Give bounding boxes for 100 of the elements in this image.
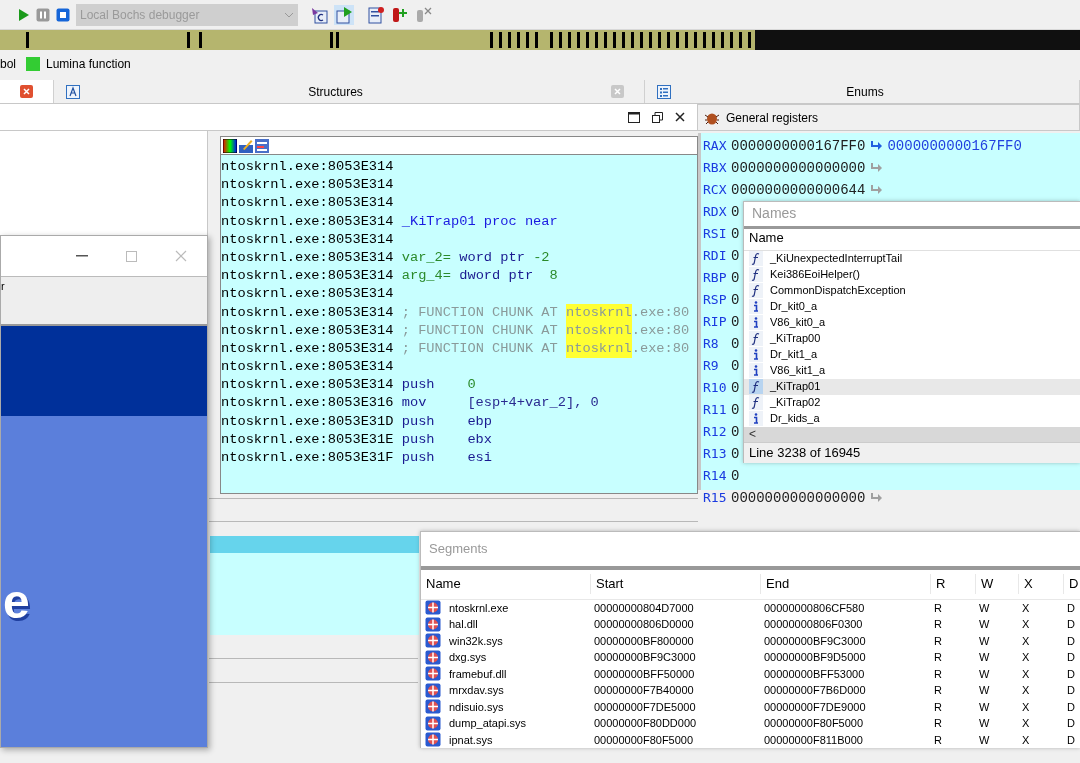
maximize-icon[interactable]	[628, 111, 640, 123]
column-header[interactable]: Name	[744, 228, 1080, 251]
pause-icon[interactable]	[36, 7, 50, 22]
table-cell-text: D	[1066, 617, 1076, 632]
register-value[interactable]: 0	[731, 311, 740, 333]
scroll-left-button[interactable]: <	[749, 427, 756, 442]
module-icon	[425, 649, 441, 665]
register-value[interactable]: 0	[731, 267, 740, 289]
pencil-icon[interactable]	[239, 138, 253, 153]
register-value[interactable]: 0	[731, 399, 740, 421]
tab-label: Enums	[845, 83, 885, 101]
address: ntoskrnl.exe:8053E316	[221, 394, 394, 413]
table-cell-text: D	[1066, 650, 1076, 665]
plus-icon[interactable]	[390, 5, 408, 24]
table-cell-text: 00000000F7DE9000	[763, 699, 867, 715]
register-value[interactable]: 0	[731, 377, 740, 399]
register-value[interactable]: 0	[731, 465, 740, 487]
legend-label: bol	[0, 56, 16, 73]
menu-item[interactable]: r	[1, 277, 5, 293]
tab-label: Structures	[307, 83, 364, 101]
column-header[interactable]: Start	[591, 574, 761, 594]
item-name: Dr_kit1_a	[770, 347, 818, 363]
variable-offset: 8	[548, 267, 558, 286]
stop-icon[interactable]	[56, 7, 70, 22]
register-value[interactable]: 0	[731, 443, 740, 465]
tab[interactable]	[0, 80, 54, 103]
register-value[interactable]: 0000000000167FF0	[731, 135, 866, 157]
column-header[interactable]: W	[976, 574, 1019, 594]
arrow-icon[interactable]	[869, 162, 884, 174]
table-cell-text: W	[978, 617, 991, 632]
graph-view-icon[interactable]	[255, 138, 269, 153]
register-name: RCX	[703, 181, 728, 199]
mnemonic: push	[401, 430, 436, 449]
register-value[interactable]: 0000000000000000	[731, 487, 866, 509]
register-value[interactable]: 0	[731, 421, 740, 443]
item-name: _KiTrap02	[770, 395, 821, 411]
column-header[interactable]: R	[931, 574, 976, 594]
table-cell-text: R	[933, 683, 943, 698]
register-value[interactable]: 0	[731, 223, 740, 245]
run-icon[interactable]	[334, 4, 354, 25]
register-value[interactable]: 0	[731, 355, 740, 377]
register-name: R15	[703, 489, 728, 507]
register-value[interactable]: 0	[731, 289, 740, 311]
minimize-icon[interactable]	[76, 255, 88, 257]
table-cell-text: ndisuio.sys	[449, 699, 504, 715]
column-header[interactable]: End	[761, 574, 931, 594]
table-cell-text: X	[1021, 650, 1031, 665]
operand: ebx	[467, 430, 493, 449]
table-cell-text: R	[933, 716, 943, 731]
register-name: R8	[703, 335, 720, 353]
address: ntoskrnl.exe:8053E314	[221, 212, 394, 231]
register-name: RSI	[703, 225, 728, 243]
table-cell-text: W	[978, 683, 991, 698]
function-icon	[749, 283, 763, 299]
column-header[interactable]: X	[1019, 574, 1064, 594]
delete-icon[interactable]	[414, 5, 432, 24]
item-name: Dr_kids_a	[770, 411, 820, 427]
attach-icon[interactable]	[310, 5, 328, 24]
register-name: R13	[703, 445, 728, 463]
table-cell-text: W	[978, 666, 991, 682]
play-icon[interactable]	[18, 7, 30, 22]
comment-text: ; FUNCTION CHUNK AT	[401, 321, 558, 340]
table-cell-text: 00000000BFF50000	[593, 666, 696, 682]
register-name: RDX	[703, 203, 728, 221]
table-cell-text: 00000000806CF580	[763, 600, 866, 616]
register-target[interactable]: 0000000000167FF0	[887, 135, 1022, 157]
table-cell-text: R	[933, 650, 943, 665]
register-value[interactable]: 0	[731, 333, 740, 355]
address: ntoskrnl.exe:8053E314	[221, 303, 394, 322]
register-value[interactable]: 0	[731, 201, 740, 223]
table-cell-text: win32k.sys	[449, 633, 503, 649]
column-header[interactable]: D	[1064, 574, 1080, 594]
register-name: RAX	[703, 137, 728, 155]
close-icon[interactable]	[675, 112, 685, 122]
table-cell-text: 00000000BF9D5000	[763, 650, 867, 665]
register-value[interactable]: 0000000000000000	[731, 157, 866, 179]
table-cell-text: D	[1066, 666, 1076, 682]
arrow-icon[interactable]	[869, 140, 884, 152]
navigation-band-drawing[interactable]	[0, 30, 1080, 50]
table-cell-text: D	[1066, 716, 1076, 731]
item-name: Dr_kit0_a	[770, 299, 818, 315]
info-icon	[749, 315, 763, 331]
address: ntoskrnl.exe:8053E31D	[221, 412, 394, 431]
arrow-icon[interactable]	[869, 492, 884, 504]
register-value[interactable]: 0	[731, 245, 740, 267]
operand: ebp	[467, 412, 493, 431]
table-cell-text: 00000000806D0000	[593, 617, 695, 632]
restore-icon[interactable]	[652, 111, 663, 123]
info-icon	[749, 299, 763, 315]
table-cell-text: X	[1021, 666, 1031, 682]
column-header[interactable]: Name	[421, 574, 591, 594]
process-list-icon[interactable]	[368, 5, 384, 24]
info-icon	[749, 411, 763, 427]
palette-icon[interactable]	[223, 138, 237, 153]
arrow-icon[interactable]	[869, 184, 884, 196]
register-value[interactable]: 0000000000000644	[731, 179, 866, 201]
mnemonic: push	[401, 412, 436, 431]
chevron-down-icon	[284, 11, 294, 18]
address: ntoskrnl.exe:8053E314	[221, 248, 394, 267]
variable-name: arg_4=	[401, 267, 451, 286]
